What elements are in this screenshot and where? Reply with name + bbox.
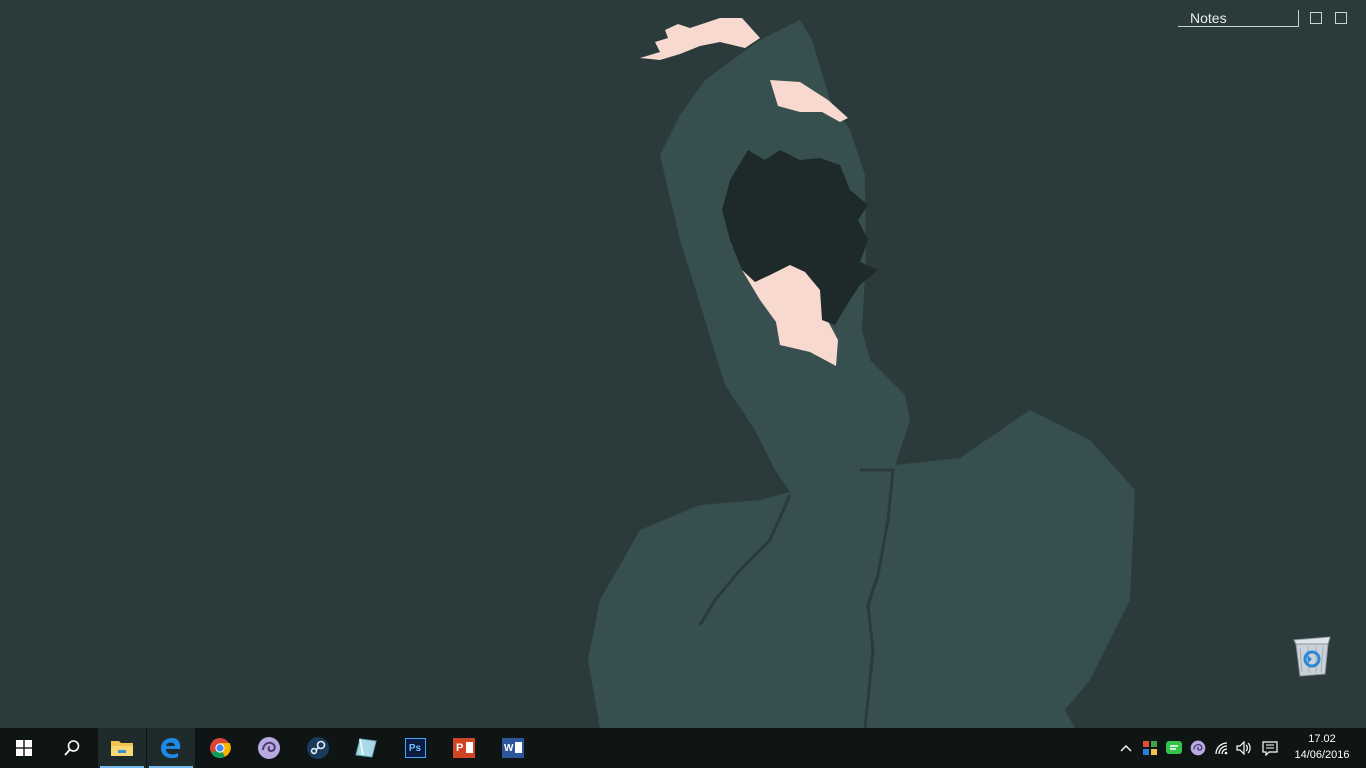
notes-app-icon	[355, 738, 377, 758]
action-center-button[interactable]	[1260, 738, 1280, 758]
word-label: W	[504, 742, 514, 754]
taskbar-photoshop[interactable]: Ps	[391, 728, 439, 768]
edge-icon	[161, 738, 181, 759]
notes-maximize-button[interactable]	[1335, 12, 1347, 24]
powerpoint-icon: P	[453, 738, 475, 758]
wifi-icon	[1215, 742, 1228, 755]
tray-bittorrent[interactable]	[1188, 738, 1208, 758]
volume-icon	[1236, 741, 1251, 755]
taskbar-file-explorer[interactable]	[98, 728, 146, 768]
notes-restore-button[interactable]	[1310, 12, 1322, 24]
photoshop-icon: Ps	[404, 738, 426, 758]
desktop[interactable]: Notes	[0, 0, 1366, 728]
taskbar: Ps P W 17.02 14/06/2016	[0, 728, 1366, 768]
taskbar-notes-app[interactable]	[342, 728, 390, 768]
tray-wifi[interactable]	[1212, 738, 1232, 758]
taskbar-powerpoint[interactable]: P	[440, 728, 488, 768]
recycle-bin[interactable]	[1290, 632, 1334, 678]
chevron-up-icon	[1120, 745, 1132, 752]
tray-volume[interactable]	[1234, 738, 1254, 758]
folder-icon	[111, 741, 133, 756]
taskbar-bittorrent[interactable]	[245, 728, 293, 768]
search-icon	[64, 740, 80, 756]
photoshop-label: Ps	[408, 742, 422, 754]
taskbar-edge[interactable]	[147, 728, 195, 768]
bittorrent-icon	[258, 737, 280, 759]
start-button[interactable]	[0, 728, 48, 768]
search-button[interactable]	[48, 728, 96, 768]
word-icon: W	[502, 738, 524, 758]
windows-logo-icon	[16, 740, 32, 756]
wallpaper	[0, 0, 1366, 728]
clock-date: 14/06/2016	[1294, 749, 1350, 761]
notes-underline	[1178, 26, 1298, 27]
clock[interactable]: 17.02 14/06/2016	[1286, 731, 1358, 763]
notes-divider	[1298, 10, 1299, 27]
notification-icon	[1262, 741, 1278, 756]
tray-line-chat[interactable]	[1164, 738, 1184, 758]
taskbar-chrome[interactable]	[196, 728, 244, 768]
recycle-bin-icon	[1293, 636, 1331, 677]
notes-widget[interactable]: Notes	[1178, 8, 1358, 30]
steam-icon	[307, 737, 329, 759]
bittorrent-icon	[1190, 740, 1206, 756]
tray-app-grid[interactable]	[1140, 738, 1160, 758]
chat-icon	[1166, 741, 1182, 754]
taskbar-word[interactable]: W	[489, 728, 537, 768]
app-grid-icon	[1143, 741, 1157, 755]
powerpoint-label: P	[456, 742, 464, 754]
clock-time: 17.02	[1308, 733, 1336, 745]
taskbar-steam[interactable]	[294, 728, 342, 768]
chrome-icon	[210, 738, 231, 759]
notes-title: Notes	[1190, 10, 1227, 26]
tray-show-hidden-button[interactable]	[1116, 738, 1136, 758]
